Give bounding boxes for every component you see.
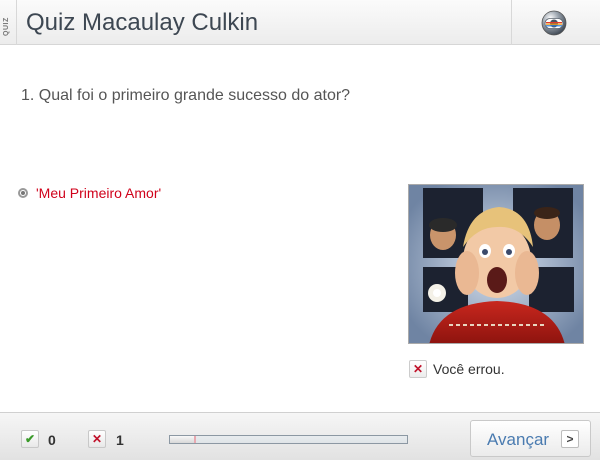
chevron-right-icon: > xyxy=(561,430,579,448)
logo-area xyxy=(511,0,600,45)
check-icon: ✔ xyxy=(21,430,39,448)
footer-bar: ✔ 0 ✕ 1 Avançar > xyxy=(0,412,600,460)
feedback-text: Você errou. xyxy=(433,361,505,377)
question-image xyxy=(408,184,584,344)
radio-selected-icon[interactable] xyxy=(18,188,28,198)
answer-option[interactable]: 'Meu Primeiro Amor' xyxy=(18,184,161,202)
progress-fill xyxy=(170,436,196,443)
quiz-tag-label: QUIZ xyxy=(3,17,10,36)
correct-count: 0 xyxy=(48,432,56,448)
x-icon: ✕ xyxy=(88,430,106,448)
next-button-label: Avançar xyxy=(487,430,550,449)
page-title: Quiz Macaulay Culkin xyxy=(26,9,259,36)
progress-bar xyxy=(169,435,408,444)
question-text: 1. Qual foi o primeiro grande sucesso do… xyxy=(21,87,351,104)
next-button[interactable]: Avançar > xyxy=(470,420,591,457)
answer-option-label: 'Meu Primeiro Amor' xyxy=(36,185,162,201)
globo-logo-icon xyxy=(541,10,567,36)
feedback-message: ✕ Você errou. xyxy=(409,360,505,378)
wrong-count: 1 xyxy=(116,432,124,448)
quiz-tag: QUIZ xyxy=(0,0,17,45)
wrong-x-icon: ✕ xyxy=(409,360,427,378)
header-bar: QUIZ Quiz Macaulay Culkin xyxy=(0,0,600,45)
